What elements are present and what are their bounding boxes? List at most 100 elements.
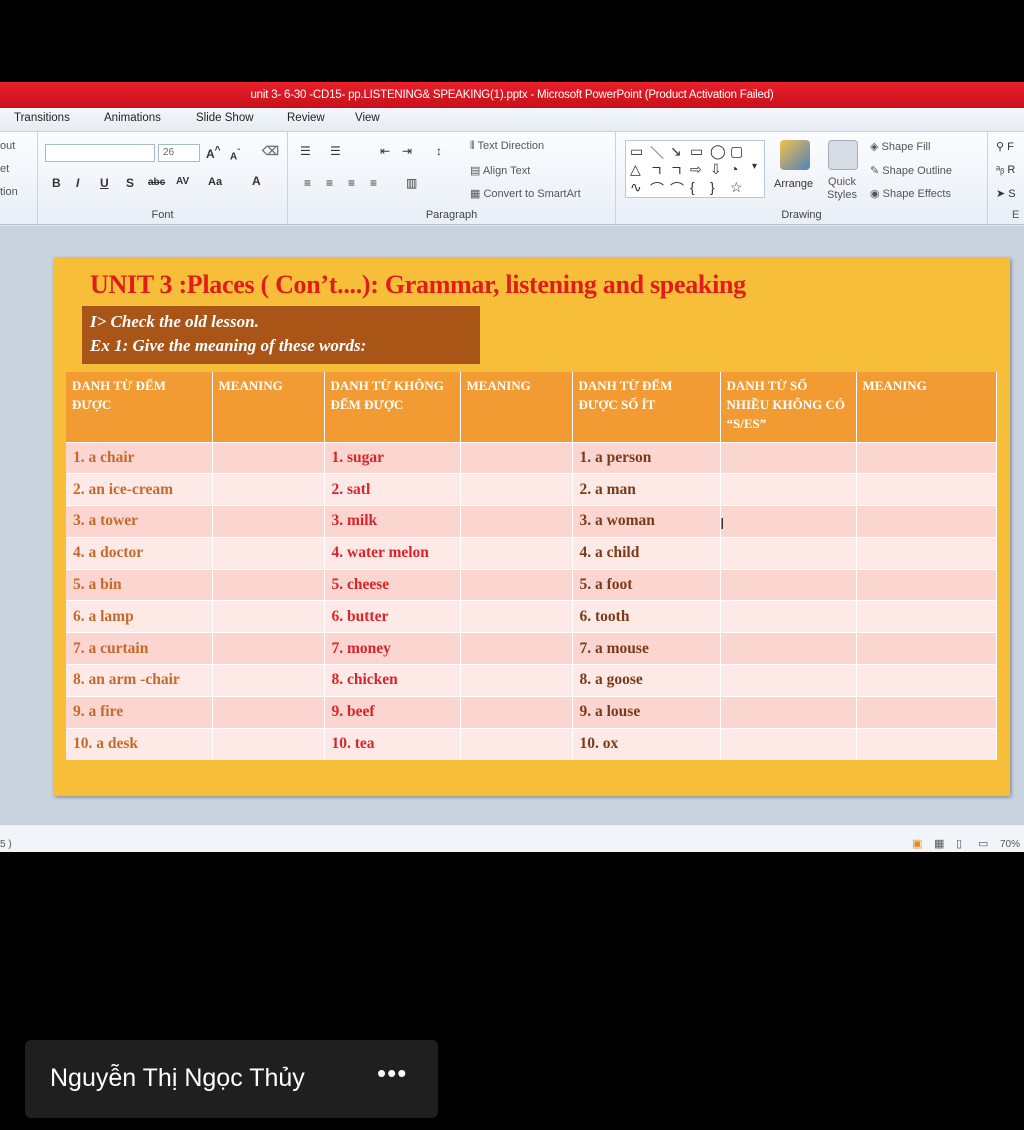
uncountable-cell[interactable]: 3. milk <box>324 505 461 538</box>
select-button[interactable]: ➤ S <box>996 187 1016 200</box>
arrange-button[interactable]: Arrange <box>774 178 813 190</box>
plural-cell[interactable] <box>720 727 857 760</box>
singular-cell[interactable]: 3. a woman <box>572 505 721 538</box>
reading-view-icon[interactable]: ▯ <box>956 837 962 850</box>
plural-cell[interactable] <box>720 568 857 601</box>
countable-cell[interactable]: 3. a tower <box>66 505 213 538</box>
uncountable-cell[interactable]: 9. beef <box>324 695 461 729</box>
meaning-cell[interactable] <box>460 632 573 665</box>
countable-cell[interactable]: 2. an ice-cream <box>66 473 213 506</box>
meaning-cell[interactable] <box>856 568 997 601</box>
meaning-cell[interactable] <box>856 664 997 697</box>
meaning-cell[interactable] <box>212 473 325 506</box>
countable-cell[interactable]: 8. an arm -chair <box>66 664 213 697</box>
curve-icon[interactable]: ∿ <box>630 179 642 196</box>
meaning-cell[interactable] <box>856 632 997 665</box>
shape-fill-button[interactable]: ◈ Shape Fill <box>870 140 930 153</box>
numbering-icon[interactable]: ☰ <box>330 144 341 158</box>
text-direction-button[interactable]: ⫴ Text Direction <box>470 140 544 153</box>
shape-outline-button[interactable]: ✎ Shape Outline <box>870 164 952 177</box>
vocab-table[interactable]: DANH TỪ ĐẾM ĐƯỢC MEANING DANH TỪ KHÔNG Đ… <box>66 372 997 760</box>
font-color-icon[interactable]: A <box>252 174 261 188</box>
bullets-icon[interactable]: ☰ <box>300 144 311 158</box>
increase-indent-icon[interactable]: ⇥ <box>402 144 412 158</box>
uncountable-cell[interactable]: 8. chicken <box>324 664 461 697</box>
pie-shape-icon[interactable]: ◔ <box>730 161 738 177</box>
singular-cell[interactable]: 6. tooth <box>572 600 721 633</box>
meaning-cell[interactable] <box>856 441 997 474</box>
slide[interactable]: UNIT 3 :Places ( Con’t....): Grammar, li… <box>54 258 1010 796</box>
clear-format-icon[interactable]: ⌫ <box>262 144 279 158</box>
tab-review[interactable]: Review <box>287 112 325 124</box>
font-size-dropdown[interactable]: 26 <box>158 144 200 162</box>
meaning-cell[interactable] <box>212 568 325 601</box>
quick-styles-icon[interactable] <box>828 140 858 170</box>
plural-cell[interactable] <box>720 505 857 538</box>
meaning-cell[interactable] <box>212 664 325 697</box>
singular-cell[interactable]: 1. a person <box>572 441 721 474</box>
quick-styles-button[interactable]: Quick Styles <box>822 176 862 202</box>
meaning-cell[interactable] <box>212 632 325 665</box>
meaning-cell[interactable] <box>212 536 325 570</box>
shape-effects-button[interactable]: ◉ Shape Effects <box>870 187 951 200</box>
columns-icon[interactable]: ▥ <box>406 176 417 190</box>
countable-cell[interactable]: 4. a doctor <box>66 536 213 570</box>
plural-cell[interactable] <box>720 536 857 570</box>
tab-animations[interactable]: Animations <box>104 112 161 124</box>
meaning-cell[interactable] <box>856 695 997 729</box>
more-options-icon[interactable]: ••• <box>377 1058 407 1089</box>
uncountable-cell[interactable]: 2. satl <box>324 473 461 506</box>
meaning-cell[interactable] <box>460 695 573 729</box>
normal-view-icon[interactable]: ▣ <box>912 837 922 850</box>
arc-icon[interactable]: ⌒ <box>670 179 684 199</box>
meaning-cell[interactable] <box>212 505 325 538</box>
plural-cell[interactable] <box>720 441 857 474</box>
layout-button[interactable]: out <box>0 140 15 152</box>
plural-cell[interactable] <box>720 664 857 697</box>
section-button[interactable]: tion <box>0 186 18 198</box>
meaning-cell[interactable] <box>212 600 325 633</box>
meaning-cell[interactable] <box>212 727 325 760</box>
reset-button[interactable]: et <box>0 163 9 175</box>
tab-view[interactable]: View <box>355 112 380 124</box>
countable-cell[interactable]: 7. a curtain <box>66 632 213 665</box>
plural-cell[interactable] <box>720 600 857 633</box>
meaning-cell[interactable] <box>212 441 325 474</box>
tab-transitions[interactable]: Transitions <box>14 112 70 124</box>
countable-cell[interactable]: 5. a bin <box>66 568 213 601</box>
replace-button[interactable]: ᵃᵦ R <box>996 164 1015 176</box>
participant-tile[interactable]: Nguyễn Thị Ngọc Thủy ••• <box>25 1040 438 1118</box>
align-center-icon[interactable]: ≡ <box>326 176 333 190</box>
countable-cell[interactable]: 6. a lamp <box>66 600 213 633</box>
arrow-line-icon[interactable]: ↘ <box>670 143 682 160</box>
gallery-more-icon[interactable]: ▾ <box>752 161 757 172</box>
align-right-icon[interactable]: ≡ <box>348 176 355 190</box>
uncountable-cell[interactable]: 6. butter <box>324 600 461 633</box>
uncountable-cell[interactable]: 4. water melon <box>324 536 461 570</box>
right-brace-icon[interactable]: } <box>710 179 715 195</box>
meaning-cell[interactable] <box>212 695 325 729</box>
meaning-cell[interactable] <box>856 600 997 633</box>
grow-font-icon[interactable]: A^ <box>206 145 221 161</box>
meaning-cell[interactable] <box>460 505 573 538</box>
plural-cell[interactable] <box>720 473 857 506</box>
meaning-cell[interactable] <box>460 600 573 633</box>
char-spacing-icon[interactable]: AV <box>176 176 189 187</box>
convert-smartart-button[interactable]: ▦ Convert to SmartArt <box>470 187 581 200</box>
singular-cell[interactable]: 8. a goose <box>572 664 721 697</box>
align-left-icon[interactable]: ≡ <box>304 176 311 190</box>
zoom-level[interactable]: 70% <box>1000 839 1020 850</box>
countable-cell[interactable]: 9. a fire <box>66 695 213 729</box>
slide-sorter-icon[interactable]: ▦ <box>934 837 944 850</box>
line-icon[interactable]: ＼ <box>650 143 664 163</box>
uncountable-cell[interactable]: 10. tea <box>324 727 461 760</box>
meaning-cell[interactable] <box>460 536 573 570</box>
freeform-icon[interactable]: ⌒ <box>650 179 664 199</box>
underline-icon[interactable]: U <box>100 176 109 190</box>
shapes-gallery[interactable]: ▭ ＼ ↘ ▭ ◯ ▢ △ ㄱ ㄱ ⇨ ⇩ ◔ ∿ ⌒ ⌒ { } ☆ ▾ <box>625 140 765 198</box>
countable-cell[interactable]: 10. a desk <box>66 727 213 760</box>
slide-title[interactable]: UNIT 3 :Places ( Con’t....): Grammar, li… <box>90 270 746 300</box>
uncountable-cell[interactable]: 1. sugar <box>324 441 461 474</box>
meaning-cell[interactable] <box>460 727 573 760</box>
meaning-cell[interactable] <box>856 473 997 506</box>
